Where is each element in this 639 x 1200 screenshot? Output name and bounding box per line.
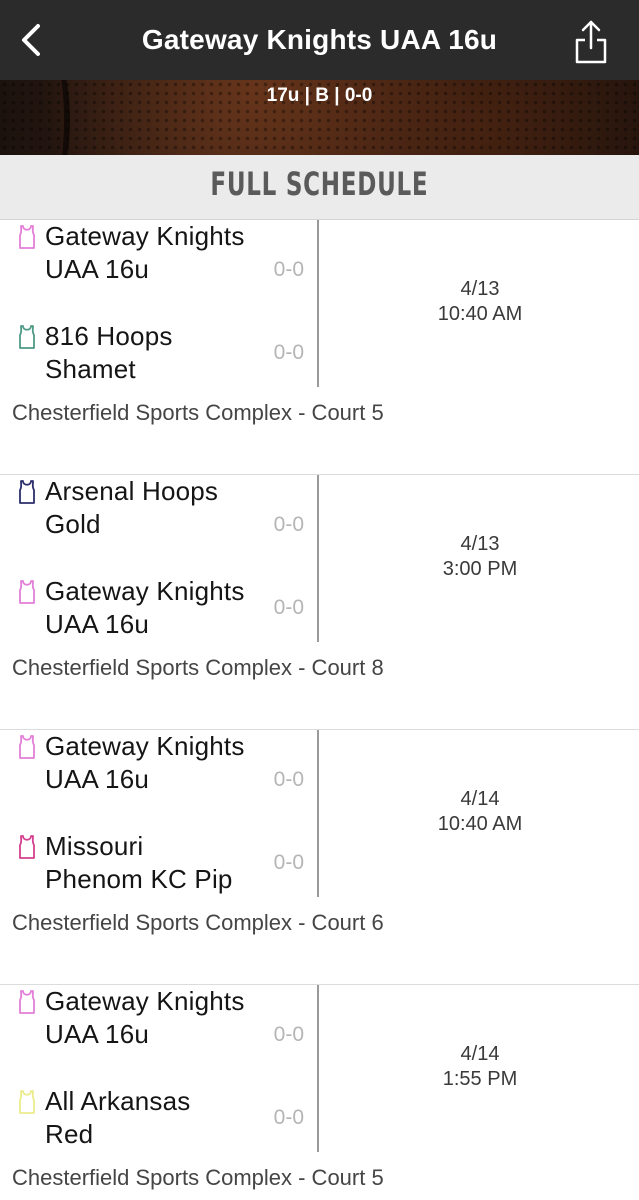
game-row[interactable]: Gateway Knights UAA 16u 0-0 Missouri Pheno… xyxy=(0,730,639,985)
section-title: FULL SCHEDULE xyxy=(210,165,429,203)
matchup-column: Arsenal Hoops Gold 0-0 Gateway Knights UAA… xyxy=(0,475,319,642)
team-record: 0-0 xyxy=(273,768,304,791)
schedule-list: Gateway Knights UAA 16u 0-0 816 Hoops Sham… xyxy=(0,220,639,1200)
team-name[interactable]: All Arkansas Red xyxy=(45,1085,245,1152)
game-time: 1:55 PM xyxy=(442,1068,518,1090)
venue-label[interactable]: Chesterfield Sports Complex - Court 6 xyxy=(12,910,384,936)
navigation-bar: Gateway Knights UAA 16u xyxy=(0,0,639,80)
matchup-column: Gateway Knights UAA 16u 0-0 Missouri Pheno… xyxy=(0,730,319,897)
jersey-icon xyxy=(16,324,38,350)
matchup-column: Gateway Knights UAA 16u 0-0 All Arkansas R… xyxy=(0,985,319,1152)
game-time: 10:40 AM xyxy=(437,813,523,835)
game-datetime: 4/14 1:55 PM xyxy=(321,1042,639,1092)
game-date: 4/13 xyxy=(460,278,500,300)
jersey-icon xyxy=(16,479,38,505)
game-datetime: 4/13 3:00 PM xyxy=(321,532,639,582)
jersey-icon xyxy=(16,734,38,760)
team-record: 0-0 xyxy=(273,851,304,874)
venue-label[interactable]: Chesterfield Sports Complex - Court 5 xyxy=(12,400,384,426)
team-banner: 17u | B | 0-0 xyxy=(0,80,639,155)
game-row[interactable]: Gateway Knights UAA 16u 0-0 816 Hoops Sham… xyxy=(0,220,639,475)
jersey-icon xyxy=(16,1089,38,1115)
team-record: 0-0 xyxy=(273,596,304,619)
team-name[interactable]: 816 Hoops Shamet xyxy=(45,320,245,387)
team-name[interactable]: Gateway Knights UAA 16u xyxy=(45,985,245,1052)
team-name[interactable]: Missouri Phenom KC Pip xyxy=(45,830,245,897)
section-header: FULL SCHEDULE xyxy=(0,155,639,220)
jersey-icon xyxy=(16,989,38,1015)
team-name[interactable]: Gateway Knights UAA 16u xyxy=(45,575,245,642)
game-datetime: 4/13 10:40 AM xyxy=(321,277,639,327)
venue-label[interactable]: Chesterfield Sports Complex - Court 5 xyxy=(12,1165,384,1191)
matchup-column: Gateway Knights UAA 16u 0-0 816 Hoops Sham… xyxy=(0,220,319,387)
team-record: 0-0 xyxy=(273,1023,304,1046)
game-row[interactable]: Gateway Knights UAA 16u 0-0 All Arkansas R… xyxy=(0,985,639,1200)
team-record: 0-0 xyxy=(273,341,304,364)
jersey-icon xyxy=(16,224,38,250)
team-name[interactable]: Arsenal Hoops Gold xyxy=(45,475,245,542)
game-time: 3:00 PM xyxy=(442,558,518,580)
team-record: 0-0 xyxy=(273,513,304,536)
team-record-summary: 17u | B | 0-0 xyxy=(266,85,373,106)
game-datetime: 4/14 10:40 AM xyxy=(321,787,639,837)
game-time: 10:40 AM xyxy=(437,303,523,325)
game-row[interactable]: Arsenal Hoops Gold 0-0 Gateway Knights UAA… xyxy=(0,475,639,730)
game-date: 4/13 xyxy=(460,533,500,555)
team-record: 0-0 xyxy=(273,258,304,281)
jersey-icon xyxy=(16,579,38,605)
page-title: Gateway Knights UAA 16u xyxy=(141,24,498,55)
team-name[interactable]: Gateway Knights UAA 16u xyxy=(45,220,245,287)
chevron-left-icon[interactable] xyxy=(14,22,50,58)
jersey-icon xyxy=(16,834,38,860)
team-record: 0-0 xyxy=(273,1106,304,1129)
venue-label[interactable]: Chesterfield Sports Complex - Court 8 xyxy=(12,655,384,681)
share-icon[interactable] xyxy=(571,18,611,66)
team-name[interactable]: Gateway Knights UAA 16u xyxy=(45,730,245,797)
game-date: 4/14 xyxy=(460,788,500,810)
game-date: 4/14 xyxy=(460,1043,500,1065)
